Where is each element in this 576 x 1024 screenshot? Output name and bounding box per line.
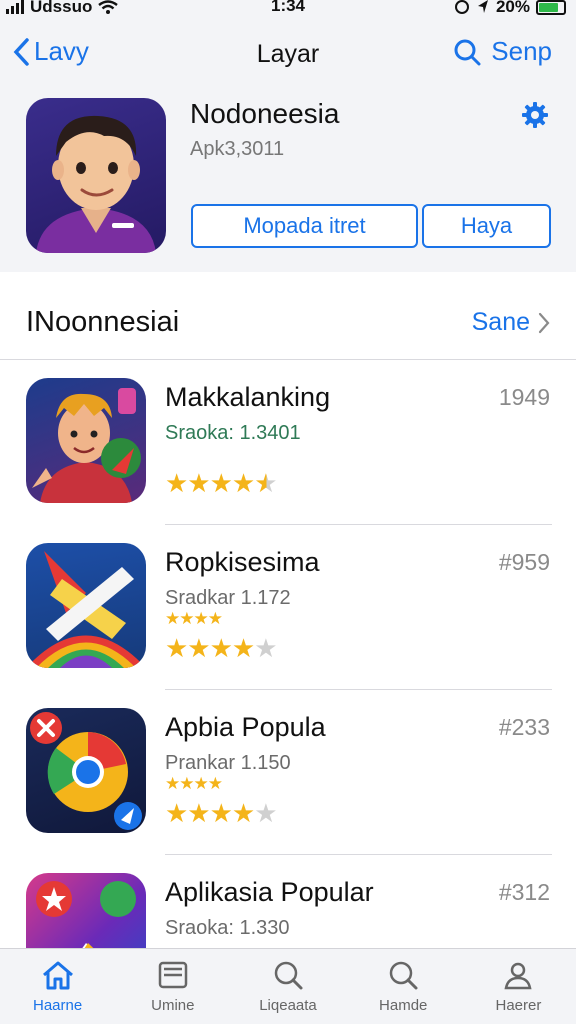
- mini-star-rating: ★★★★: [165, 774, 223, 793]
- settings-button[interactable]: [520, 100, 550, 135]
- app-rank: #959: [498, 549, 550, 575]
- see-all-label: Sane: [471, 308, 530, 336]
- back-button[interactable]: Lavy: [12, 36, 89, 67]
- inbox-icon: [158, 961, 188, 989]
- search-icon: [454, 39, 481, 65]
- empty-star-icon: ★: [254, 633, 277, 663]
- tab-bar: Haarne Umine Liqeaata Hamde Haerer: [0, 948, 576, 1024]
- star-icon: ★★★★: [165, 468, 255, 498]
- profile-icon: [504, 962, 532, 990]
- search-icon: [389, 961, 418, 990]
- tab-explore[interactable]: Liqeaata: [230, 949, 345, 1024]
- app-subtitle: Sraoka: 1.330: [165, 917, 290, 939]
- tab-search[interactable]: Hamde: [346, 949, 461, 1024]
- app-subtitle: Sradkar 1.172: [165, 587, 291, 609]
- app-subtitle: Prankar 1.150: [165, 752, 291, 774]
- chevron-left-icon: [13, 37, 29, 66]
- app-rank: #312: [498, 879, 550, 905]
- tab-label: Haerer: [495, 997, 542, 1014]
- app-rank: 1949: [498, 384, 550, 410]
- star-rating: ★★★★★: [165, 633, 278, 664]
- app-name: Aplikasia Popular: [165, 877, 374, 907]
- app-name: Ropkisesima: [165, 547, 320, 577]
- mini-star-rating: ★★★★: [165, 609, 223, 628]
- gear-icon: [522, 102, 548, 128]
- app-icon-character: [26, 378, 146, 503]
- search-button[interactable]: Senp: [453, 36, 552, 67]
- app-name: Makkalanking: [165, 382, 331, 412]
- profile-name: Nodoneesia: [190, 98, 340, 129]
- app-icon-browser: [26, 708, 146, 833]
- app-rank: #233: [498, 714, 550, 740]
- half-star-icon: ★: [254, 468, 277, 498]
- tab-label: Liqeaata: [259, 997, 317, 1014]
- back-label: Lavy: [34, 36, 89, 66]
- star-icon: ★★★★: [165, 798, 255, 828]
- app-subtitle: Sraoka: 1.3401: [165, 422, 301, 444]
- profile-header: Lavy Layar Senp Nodoneesia Apk3,3011 Mop…: [0, 22, 576, 272]
- location-icon: [477, 0, 488, 13]
- search-label: Senp: [491, 36, 552, 66]
- empty-star-icon: ★: [254, 798, 277, 828]
- battery-percent: 20%: [495, 0, 530, 16]
- tab-home[interactable]: Haarne: [0, 949, 115, 1024]
- app-name: Apbia Popula: [165, 712, 326, 742]
- tab-label: Haarne: [33, 997, 83, 1014]
- alarm-icon: [454, 0, 469, 14]
- tab-label: Hamde: [379, 997, 428, 1014]
- list-item[interactable]: Apbia Popula Prankar 1.150 ★★★★ #233 ★★★…: [0, 690, 576, 855]
- section-header: INoonnesiai Sane: [0, 272, 576, 360]
- chevron-right-icon: [538, 312, 550, 333]
- secondary-action-button[interactable]: Haya: [422, 204, 551, 248]
- star-rating: ★★★★★: [165, 798, 278, 829]
- star-rating: ★★★★★: [165, 468, 278, 499]
- home-icon: [42, 961, 73, 990]
- list-item[interactable]: Ropkisesima Sradkar 1.172 ★★★★ #959 ★★★★…: [0, 525, 576, 690]
- tab-inbox[interactable]: Umine: [115, 949, 230, 1024]
- search-icon: [274, 961, 303, 990]
- star-icon: ★★★★: [165, 633, 255, 663]
- profile-subtitle: Apk3,3011: [190, 138, 285, 160]
- section-title: INoonnesiai: [26, 306, 180, 338]
- primary-action-button[interactable]: Mopada itret: [191, 204, 418, 248]
- status-right: 20%: [454, 0, 566, 17]
- tab-profile[interactable]: Haerer: [461, 949, 576, 1024]
- list-item[interactable]: Makkalanking Sraoka: 1.3401 1949 ★★★★★: [0, 360, 576, 525]
- see-all-link[interactable]: Sane: [472, 308, 550, 337]
- avatar: [26, 98, 166, 253]
- battery-icon: [536, 0, 566, 15]
- app-icon-ribbon: [26, 543, 146, 668]
- status-bar: Udssuo 1:34 20%: [0, 0, 576, 22]
- tab-label: Umine: [151, 997, 195, 1014]
